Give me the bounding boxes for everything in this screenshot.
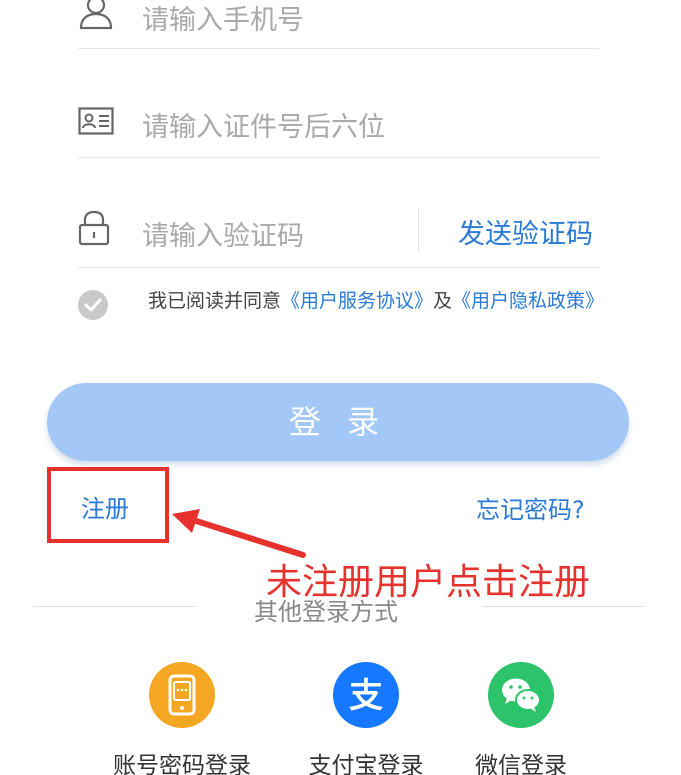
send-code-button[interactable]: 发送验证码: [458, 212, 593, 251]
checkmark-icon: [84, 298, 102, 312]
wechat-login[interactable]: 微信登录: [451, 662, 591, 775]
agreement-text: 我已阅读并同意《用户服务协议》及《用户隐私政策》: [148, 288, 638, 314]
account-password-login[interactable]: 账号密码登录: [112, 662, 252, 775]
agreement: 我已阅读并同意《用户服务协议》及《用户隐私政策》: [78, 288, 638, 332]
phone-icon: [149, 662, 215, 728]
alipay-icon: 支: [333, 662, 399, 728]
forgot-password-link[interactable]: 忘记密码?: [476, 490, 585, 525]
register-link[interactable]: 注册: [81, 489, 129, 524]
agreement-prefix: 我已阅读并同意: [148, 290, 282, 312]
code-input[interactable]: 请输入验证码: [142, 214, 304, 253]
divider-right: [482, 606, 644, 607]
service-agreement-link[interactable]: 《用户服务协议》: [281, 290, 433, 312]
method-label: 支付宝登录: [308, 753, 424, 775]
agree-checkbox[interactable]: [78, 290, 108, 320]
agreement-joiner: 及: [433, 290, 453, 312]
phone-row[interactable]: 请输入手机号: [78, 0, 599, 49]
id-card-icon: [78, 107, 114, 139]
alipay-login[interactable]: 支 支付宝登录: [296, 662, 436, 775]
user-icon: [78, 0, 114, 34]
lock-icon: [78, 210, 110, 250]
code-row[interactable]: 请输入验证码 发送验证码: [78, 158, 599, 268]
id-row[interactable]: 请输入证件号后六位: [78, 49, 599, 158]
register-highlight-box: 注册: [47, 467, 169, 543]
other-login-title: 其他登录方式: [254, 598, 398, 626]
method-label: 账号密码登录: [113, 753, 251, 775]
divider-left: [33, 606, 195, 607]
method-label: 微信登录: [475, 753, 567, 775]
phone-input[interactable]: 请输入手机号: [142, 0, 304, 37]
wechat-icon: [488, 662, 554, 728]
svg-text:支: 支: [349, 676, 383, 716]
id-input[interactable]: 请输入证件号后六位: [142, 105, 385, 144]
login-button[interactable]: 登 录: [47, 383, 629, 461]
privacy-policy-link[interactable]: 《用户隐私政策》: [452, 290, 604, 312]
code-divider: [418, 208, 419, 252]
